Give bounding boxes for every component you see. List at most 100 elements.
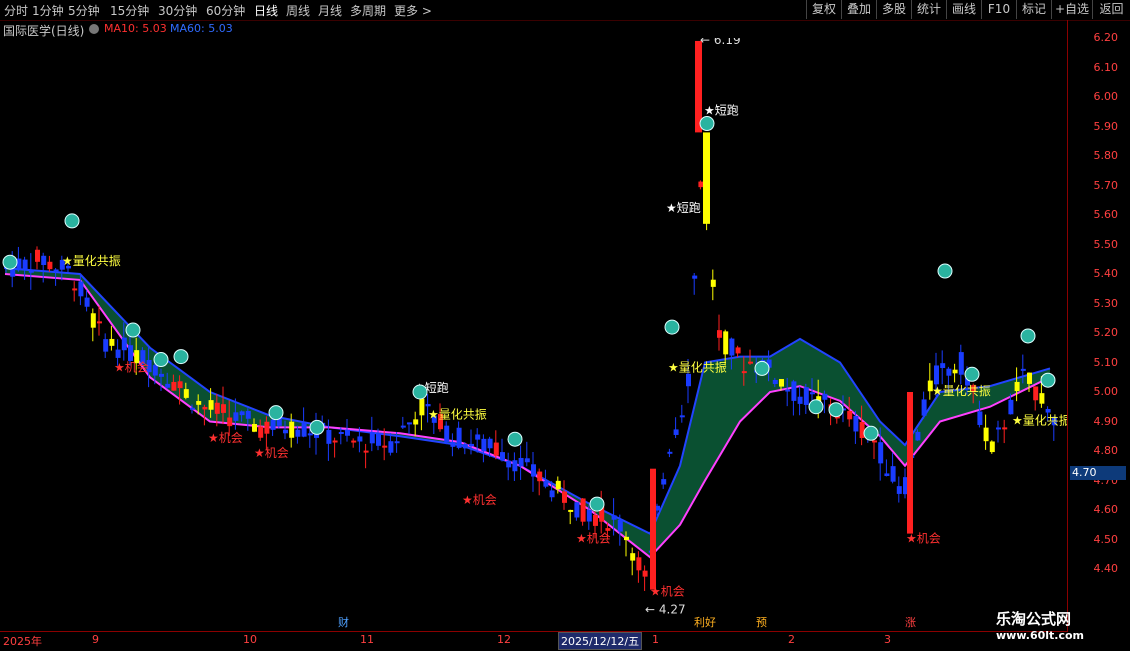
signal-dot-icon — [64, 213, 80, 229]
price-tick-label: 5.50 — [1093, 237, 1119, 251]
tab-period-5min[interactable]: 5分钟 — [68, 2, 100, 19]
candle-body — [400, 425, 406, 428]
f10-button[interactable]: F10 — [981, 0, 1016, 19]
signal-opportunity: ★机会 — [576, 531, 611, 545]
price-tick-label: 5.30 — [1093, 296, 1119, 310]
candle-body — [1014, 381, 1020, 392]
back-button[interactable]: 返回 — [1092, 0, 1130, 19]
candle-body — [915, 431, 921, 441]
candle-body — [568, 509, 574, 512]
candle-body — [562, 491, 567, 503]
chart-header: 国际医学(日线) MA10: 5.03 MA60: 5.03 — [0, 20, 1068, 38]
candle-body — [506, 460, 512, 468]
ma60-line — [4, 267, 1051, 535]
candle-body — [822, 393, 828, 400]
date-label-sep: 9 — [92, 633, 99, 646]
candle-body — [977, 411, 983, 425]
tab-period-60min[interactable]: 60分钟 — [206, 2, 245, 19]
settings-dot-icon[interactable] — [89, 24, 99, 34]
signal-dot-icon — [507, 431, 523, 447]
candle-body — [90, 313, 96, 328]
candle-body — [363, 450, 369, 453]
candle-body — [152, 365, 158, 376]
tab-period-1min[interactable]: 1分钟 — [32, 2, 64, 19]
tab-period-minute-timeshare[interactable]: 分时 — [4, 2, 28, 19]
multi-stock-button[interactable]: 多股 — [876, 0, 911, 19]
candle-body — [190, 407, 195, 410]
tab-period-multi[interactable]: 多周期 — [350, 2, 386, 19]
event-flag-finance[interactable]: 财 — [338, 614, 349, 630]
tab-period-more[interactable]: 更多 > — [394, 2, 432, 19]
add-favorite-button[interactable]: +自选 — [1051, 0, 1092, 19]
tab-period-30min[interactable]: 30分钟 — [158, 2, 197, 19]
candle-body — [338, 431, 344, 434]
candle-body — [748, 361, 753, 364]
candle-body — [165, 383, 171, 388]
candle-body — [97, 321, 102, 324]
candle-body — [723, 331, 729, 355]
candle-body — [425, 404, 431, 407]
signal-dot-icon — [808, 399, 824, 415]
signal-quant-resonance: ★量化共振 — [932, 384, 991, 398]
candle-body — [252, 423, 257, 432]
price-chart[interactable]: ★量化共振 ★量化共振 ★量化共振 ★量化共振 ★量化共振 ★机会 ★机会 ★机会 ★机会 ★机会… — [0, 38, 1068, 631]
date-axis: 2025年 9 10 11 12 2025/12/12/五 1 2 3 — [0, 631, 1068, 651]
candle-body — [779, 379, 784, 387]
period-toolbar: 分时 1分钟 5分钟 15分钟 30分钟 60分钟 日线 周线 月线 多周期 更… — [0, 0, 1130, 21]
date-label-feb: 2 — [788, 633, 795, 646]
price-tick-label: 5.00 — [1093, 385, 1119, 398]
candle-body — [1027, 372, 1032, 384]
candle-body — [531, 464, 536, 477]
signal-opportunity: ★机会 — [254, 446, 289, 460]
tab-period-monthly[interactable]: 月线 — [318, 2, 342, 19]
price-tick-label: 5.80 — [1093, 149, 1119, 162]
candle-body — [698, 181, 704, 188]
date-label-mar: 3 — [884, 633, 891, 646]
candle-body — [22, 259, 28, 270]
event-flag-forecast[interactable]: 预 — [756, 614, 767, 630]
mark-button[interactable]: 标记 — [1016, 0, 1051, 19]
candle-body — [797, 396, 803, 404]
signal-quant-resonance: ★量化共振 — [62, 254, 121, 268]
event-flag-limit-up[interactable]: 涨 — [905, 614, 916, 630]
candle-body — [1002, 427, 1008, 430]
signal-dot-icon — [268, 405, 284, 421]
price-tick-label: 5.60 — [1093, 208, 1119, 221]
signal-sprint: ★短跑 — [704, 104, 739, 118]
candle-body — [729, 338, 735, 356]
tab-period-daily[interactable]: 日线 — [254, 2, 278, 19]
candle-body — [555, 480, 561, 490]
candle-body — [710, 279, 716, 287]
candle-body — [208, 400, 214, 410]
candle-body — [407, 422, 412, 425]
candle-body — [28, 269, 34, 273]
signal-dot-icon — [1020, 328, 1036, 344]
signal-dot-icon — [2, 254, 18, 270]
candle-body — [493, 442, 499, 456]
tab-period-15min[interactable]: 15分钟 — [110, 2, 149, 19]
date-label-year: 2025年 — [3, 635, 42, 648]
candle-body — [196, 401, 202, 405]
overlay-button[interactable]: 叠加 — [841, 0, 876, 19]
candle-body — [469, 443, 474, 447]
candle-body — [233, 412, 239, 421]
signal-opportunity: ★机会 — [462, 493, 497, 507]
price-tick-label: 4.80 — [1093, 444, 1119, 457]
signal-sprint: ★短跑 — [666, 201, 701, 215]
candle-body — [301, 422, 307, 437]
candle-body — [487, 438, 493, 449]
candle-body — [859, 421, 865, 439]
signal-dot-icon — [589, 496, 605, 512]
price-tick-label: 5.10 — [1093, 355, 1119, 369]
candle-body — [896, 486, 902, 494]
candle-body — [580, 498, 586, 522]
candle-body — [239, 411, 245, 416]
tab-period-weekly[interactable]: 周线 — [286, 2, 310, 19]
draw-line-button[interactable]: 画线 — [946, 0, 981, 19]
rights-adjust-button[interactable]: 复权 — [806, 0, 841, 19]
event-flag-good-news[interactable]: 利好 — [694, 614, 716, 630]
selected-date-label: 2025/12/12/五 — [558, 632, 643, 650]
statistics-button[interactable]: 统计 — [911, 0, 946, 19]
candle-body — [500, 452, 505, 461]
candle-body — [791, 381, 797, 401]
